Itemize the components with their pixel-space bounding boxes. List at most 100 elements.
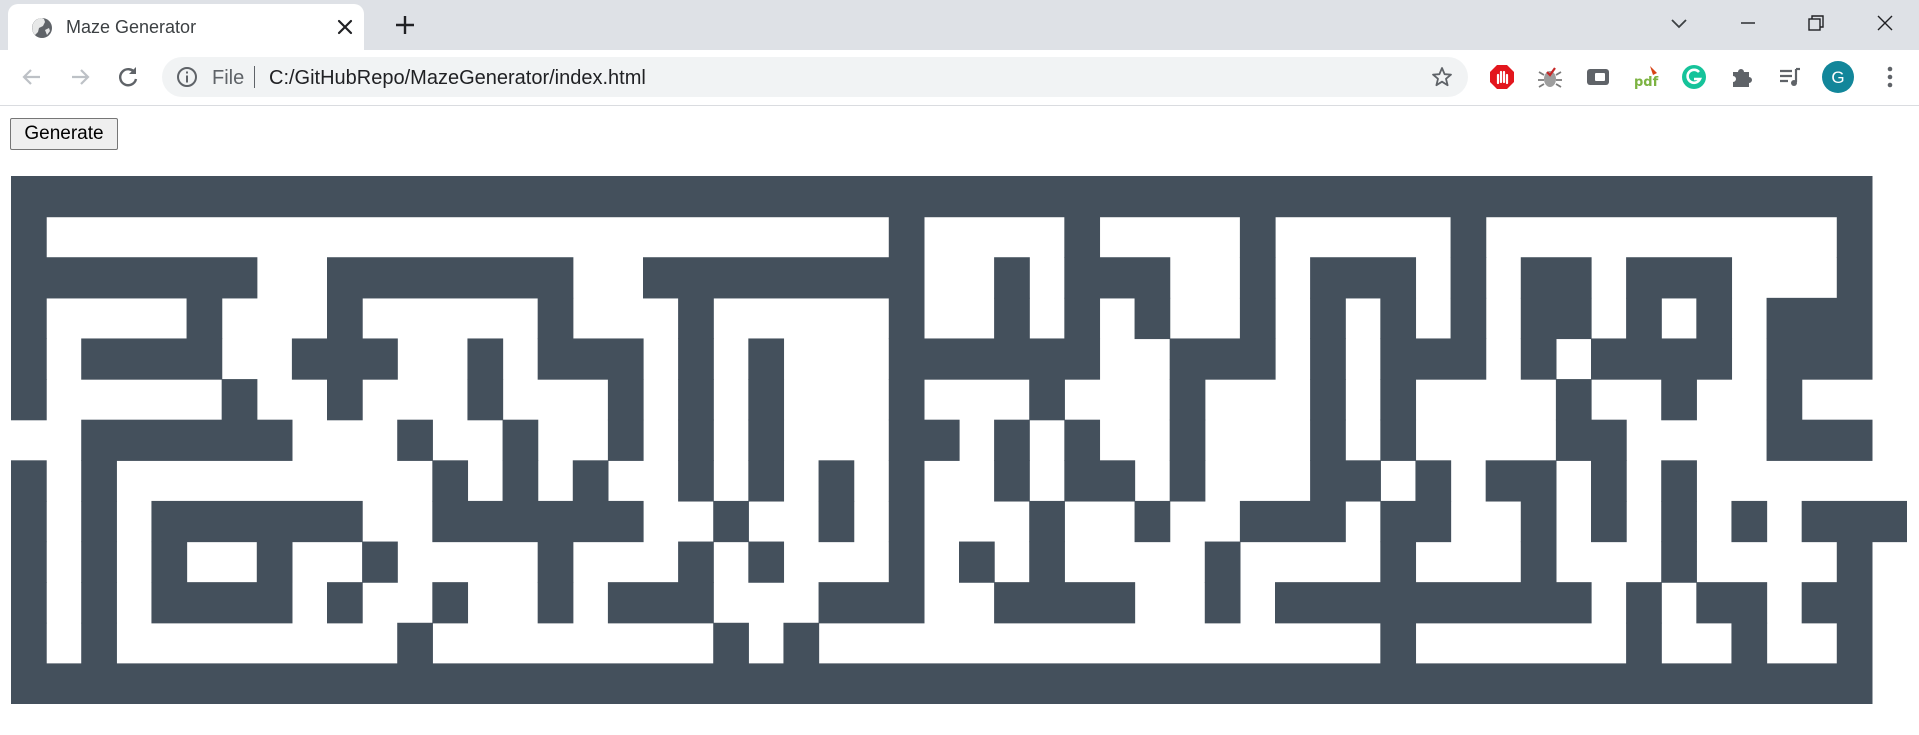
maze-wall: [1766, 297, 1873, 340]
maze-wall: [432, 500, 644, 543]
maze-wall: [1064, 257, 1171, 299]
tab-strip: Maze Generator: [0, 0, 1919, 50]
maze-wall: [327, 582, 363, 624]
bug-icon[interactable]: [1536, 63, 1564, 91]
maze-wall: [1520, 257, 1592, 299]
maze-wall: [1415, 460, 1452, 502]
maze-wall: [678, 379, 714, 421]
maze-wall: [537, 338, 644, 380]
maze-wall: [1591, 460, 1627, 502]
media-queue-icon[interactable]: [1776, 63, 1804, 91]
maze-wall: [643, 257, 925, 299]
maze-wall: [994, 460, 1030, 502]
maze-wall: [1310, 297, 1346, 340]
menu-kebab-icon[interactable]: [1876, 63, 1904, 91]
maze-wall: [397, 419, 433, 461]
maze-wall: [1555, 419, 1627, 461]
maze-wall: [327, 379, 363, 421]
maze-wall: [1836, 622, 1873, 664]
maze-wall: [467, 379, 504, 421]
maze-wall: [1450, 257, 1487, 299]
reload-icon[interactable]: [114, 63, 142, 91]
close-tab-icon[interactable]: [334, 16, 356, 38]
maze-wall: [1380, 622, 1417, 664]
maze-wall: [1380, 338, 1487, 380]
new-tab-icon[interactable]: [392, 12, 418, 38]
close-window-icon[interactable]: [1872, 10, 1898, 36]
back-icon[interactable]: [18, 63, 46, 91]
maze-wall: [1731, 500, 1768, 543]
restore-icon[interactable]: [1803, 10, 1829, 36]
site-info-icon[interactable]: [176, 66, 198, 88]
maze-wall: [151, 500, 363, 543]
bookmark-star-icon[interactable]: [1430, 65, 1454, 89]
maze-wall: [678, 338, 714, 380]
generate-button[interactable]: Generate: [10, 118, 118, 150]
forward-icon[interactable]: [66, 63, 94, 91]
maze-wall: [537, 297, 574, 340]
maze-wall: [537, 582, 574, 624]
maze-wall: [1731, 622, 1768, 664]
browser-toolbar: File C:/GitHubRepo/MazeGenerator/index.h…: [0, 50, 1919, 106]
maze-wall: [1696, 297, 1733, 340]
maze-wall: [81, 622, 117, 664]
globe-icon: [32, 18, 52, 38]
maze-wall: [1766, 338, 1873, 380]
omnibox-separator: [254, 66, 255, 88]
browser-tab[interactable]: Maze Generator: [8, 4, 364, 50]
maze-wall: [678, 419, 714, 461]
maze-wall: [783, 622, 820, 664]
maze-wall: [1836, 216, 1873, 258]
maze-wall: [1239, 500, 1346, 543]
maze-wall: [607, 582, 714, 624]
maze-wall: [1064, 460, 1136, 502]
maze-wall: [11, 176, 1873, 218]
maze-wall: [818, 500, 855, 543]
maze-wall: [818, 460, 855, 502]
puzzle-icon[interactable]: [1728, 63, 1756, 91]
maze-wall: [888, 297, 925, 340]
address-bar[interactable]: File C:/GitHubRepo/MazeGenerator/index.h…: [162, 57, 1468, 97]
maze-wall: [502, 419, 539, 461]
maze-wall: [888, 419, 960, 461]
maze-wall: [1661, 541, 1697, 583]
maze-wall: [1801, 500, 1907, 543]
maze-wall: [888, 460, 925, 502]
maze-wall: [81, 500, 117, 543]
maze-wall: [1239, 216, 1276, 258]
maze-wall: [467, 338, 504, 380]
tab-search-icon[interactable]: [1666, 10, 1692, 36]
maze-wall: [1380, 379, 1417, 421]
maze-wall: [1064, 419, 1101, 461]
profile-avatar[interactable]: G: [1822, 61, 1854, 93]
maze-wall: [1239, 257, 1276, 299]
maze-wall: [186, 297, 223, 340]
maze-wall: [11, 216, 47, 258]
url-text[interactable]: C:/GitHubRepo/MazeGenerator/index.html: [269, 67, 646, 90]
cast-icon[interactable]: [1584, 63, 1612, 91]
pdf-icon[interactable]: pdf: [1632, 63, 1660, 91]
profile-initial: G: [1831, 68, 1844, 87]
maze-wall: [11, 582, 47, 624]
maze-wall: [1029, 500, 1065, 543]
maze-wall: [1766, 379, 1803, 421]
maze-wall: [327, 297, 363, 340]
maze-wall: [11, 663, 1873, 704]
adblock-icon[interactable]: [1488, 63, 1516, 91]
grammarly-icon[interactable]: [1680, 63, 1708, 91]
maze-wall: [1450, 216, 1487, 258]
minimize-icon[interactable]: [1735, 10, 1761, 36]
maze-wall: [678, 460, 714, 502]
maze-wall: [1239, 297, 1276, 340]
maze-wall: [1626, 622, 1662, 664]
maze-wall: [81, 419, 293, 461]
maze-wall: [1310, 460, 1381, 502]
maze-wall: [607, 419, 644, 461]
maze-wall: [713, 500, 749, 543]
maze-wall: [1310, 419, 1346, 461]
maze-wall: [994, 582, 1136, 624]
maze-wall: [1204, 582, 1241, 624]
maze-wall: [1064, 297, 1101, 340]
maze-wall: [678, 541, 714, 583]
maze-wall: [11, 541, 47, 583]
